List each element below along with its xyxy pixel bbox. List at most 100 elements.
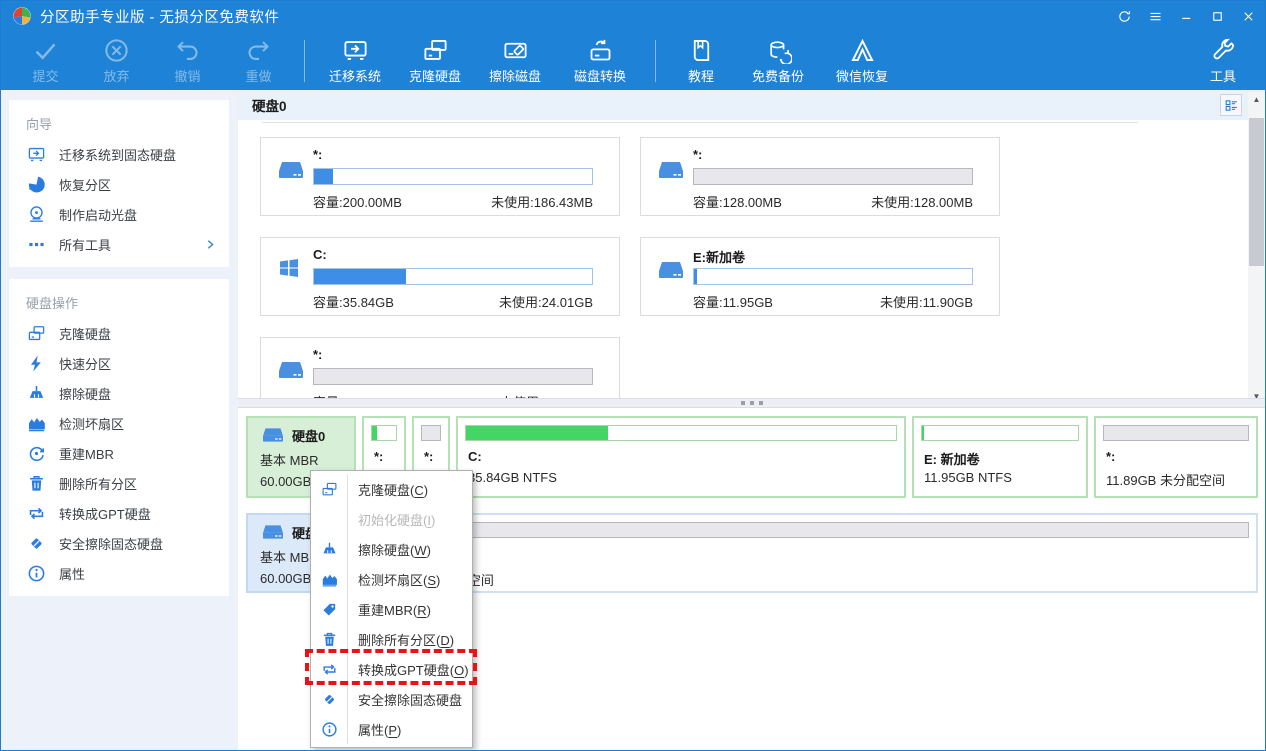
window-title: 分区助手专业版 - 无损分区免费软件 [40, 6, 279, 27]
sidebar-item-properties[interactable]: 属性 [9, 558, 229, 588]
menu-icon[interactable] [1140, 0, 1171, 32]
menu-item-initialize-disk[interactable]: 初始化硬盘(I) [311, 504, 472, 534]
disk-name: 硬盘0 [292, 426, 325, 445]
drive-icon [657, 158, 685, 182]
disk-type: 基本 MBR [260, 450, 354, 469]
wipe-disk-icon [27, 384, 46, 403]
free-backup-button[interactable]: 免费备份 [736, 33, 820, 89]
undo-icon [174, 37, 201, 64]
partition-label: *: [374, 449, 383, 464]
delete-partitions-icon [311, 624, 348, 654]
wipe-disk-button[interactable]: 擦除磁盘 [475, 33, 555, 89]
unused-text: 未使用:24.01GB [499, 292, 593, 311]
partition-block[interactable]: C: 35.84GB NTFS [456, 416, 906, 498]
wechat-recovery-icon [849, 37, 876, 64]
vertical-scrollbar[interactable]: ▲ ▼ [1248, 92, 1265, 404]
sidebar-item-quick-partition[interactable]: 快速分区 [9, 348, 229, 378]
sidebar-item-rebuild-mbr[interactable]: 重建MBR [9, 438, 229, 468]
all-tools-icon [27, 235, 46, 254]
convert-gpt-icon [27, 504, 46, 523]
disk-convert-button[interactable]: 磁盘转换 [555, 33, 645, 89]
sidebar-section-disk-operations: 硬盘操作 克隆硬盘 快速分区 擦除硬盘 检测坏扇区 重建MBR 删除所有分区 转… [9, 279, 229, 596]
volume-name: *: [313, 147, 322, 162]
partition-info: 35.84GB NTFS [468, 470, 557, 485]
partition-label: C: [468, 449, 482, 464]
menu-item-wipe-disk[interactable]: 擦除硬盘(W) [311, 534, 472, 564]
partition-block[interactable]: *: 11.89GB 未分配空间 [1094, 416, 1258, 498]
maximize-icon[interactable] [1202, 0, 1233, 32]
menu-item-properties[interactable]: 属性(P) [311, 714, 472, 744]
volume-card[interactable]: C: 容量:35.84GB 未使用:24.01GB [260, 237, 620, 316]
migrate-system-button[interactable]: 迁移系统 [315, 33, 395, 89]
sidebar-section-wizard: 向导 迁移系统到固态硬盘 恢复分区 制作启动光盘 所有工具 [9, 100, 229, 267]
delete-partitions-icon [27, 474, 46, 493]
tools-button[interactable]: 工具 [1188, 33, 1258, 89]
tutorial-button[interactable]: 教程 [666, 33, 736, 89]
volume-card[interactable]: *: 容量:200.00MB 未使用:186.43MB [260, 137, 620, 216]
volume-cards-area: *: 容量:200.00MB 未使用:186.43MB *: 容量:128.00… [238, 90, 1246, 398]
usage-bar [921, 425, 1079, 441]
volume-card[interactable]: *: 容量:128.00MB 未使用:128.00MB [640, 137, 1000, 216]
sidebar: 向导 迁移系统到固态硬盘 恢复分区 制作启动光盘 所有工具 硬盘操作 克隆硬盘 … [0, 90, 238, 751]
volume-name: *: [693, 147, 702, 162]
clone-disk-icon [27, 324, 46, 343]
windows-icon [277, 256, 305, 280]
minimize-icon[interactable] [1171, 0, 1202, 32]
capacity-text: 容量:11.95GB [693, 292, 773, 311]
sidebar-item-bad-sector-test[interactable]: 检测坏扇区 [9, 408, 229, 438]
panel-splitter[interactable] [238, 398, 1266, 408]
commit-button[interactable]: 提交 [10, 33, 81, 89]
quick-partition-icon [27, 354, 46, 373]
menu-item-delete-all-partitions[interactable]: 删除所有分区(D) [311, 624, 472, 654]
convert-gpt-icon [311, 654, 348, 684]
disk-convert-icon [587, 37, 614, 64]
close-icon[interactable] [1233, 0, 1264, 32]
app-logo-icon [12, 6, 32, 26]
partition-block[interactable]: E: 新加卷 11.95GB NTFS [912, 416, 1088, 498]
clone-disk-button[interactable]: 克隆硬盘 [395, 33, 475, 89]
unused-text: 未使用:128.00MB [871, 192, 973, 211]
migrate-ssd-icon [27, 145, 46, 164]
sidebar-item-delete-all-partitions[interactable]: 删除所有分区 [9, 468, 229, 498]
sidebar-item-recover-partition[interactable]: 恢复分区 [9, 169, 229, 199]
backup-icon [765, 37, 792, 64]
menu-item-clone-disk[interactable]: 克隆硬盘(C) [311, 474, 472, 504]
check-icon [32, 37, 59, 64]
usage-bar [371, 425, 397, 441]
rebuild-mbr-icon [27, 444, 46, 463]
sync-icon[interactable] [1109, 0, 1140, 32]
volume-name: C: [313, 247, 327, 262]
menu-item-ssd-secure-erase[interactable]: 安全擦除固态硬盘 [311, 684, 472, 714]
menu-item-bad-sector-test[interactable]: 检测坏扇区(S) [311, 564, 472, 594]
sidebar-item-clone-disk[interactable]: 克隆硬盘 [9, 318, 229, 348]
toolbar: 提交 放弃 撤销 重做 迁移系统 克隆硬盘 擦除磁盘 磁盘转换 教程 免费备份 … [0, 32, 1266, 90]
volume-card[interactable]: *: 容量:11.89GB 未使用:11.89GB [260, 337, 620, 398]
redo-button[interactable]: 重做 [223, 33, 294, 89]
sidebar-item-bootable-media[interactable]: 制作启动光盘 [9, 199, 229, 229]
volume-card[interactable]: E:新加卷 容量:11.95GB 未使用:11.90GB [640, 237, 1000, 316]
sidebar-item-migrate-ssd[interactable]: 迁移系统到固态硬盘 [9, 139, 229, 169]
toolbar-separator [304, 40, 305, 82]
menu-item-rebuild-mbr[interactable]: 重建MBR(R) [311, 594, 472, 624]
wipe-disk-icon [502, 37, 529, 64]
scrollbar-thumb[interactable] [1249, 118, 1264, 266]
clone-disk-icon [422, 37, 449, 64]
undo-button[interactable]: 撤销 [152, 33, 223, 89]
scroll-up-icon[interactable]: ▲ [1248, 92, 1265, 107]
discard-button[interactable]: 放弃 [81, 33, 152, 89]
ssd-secure-erase-icon [27, 534, 46, 553]
titlebar: 分区助手专业版 - 无损分区免费软件 [0, 0, 1266, 32]
usage-bar [421, 425, 441, 441]
capacity-text: 容量:35.84GB [313, 292, 394, 311]
sidebar-item-all-tools[interactable]: 所有工具 [9, 229, 229, 259]
chevron-right-icon [204, 238, 217, 251]
sidebar-item-convert-gpt[interactable]: 转换成GPT硬盘 [9, 498, 229, 528]
menu-item-convert-gpt[interactable]: 转换成GPT硬盘(O) [311, 654, 472, 684]
partition-block[interactable]: *: 60.00GB 未分配空间 [362, 513, 1258, 593]
cancel-icon [103, 37, 130, 64]
properties-icon [311, 714, 348, 744]
drive-icon [260, 522, 286, 542]
sidebar-item-ssd-secure-erase[interactable]: 安全擦除固态硬盘 [9, 528, 229, 558]
wechat-recovery-button[interactable]: 微信恢复 [820, 33, 904, 89]
sidebar-item-wipe-disk[interactable]: 擦除硬盘 [9, 378, 229, 408]
